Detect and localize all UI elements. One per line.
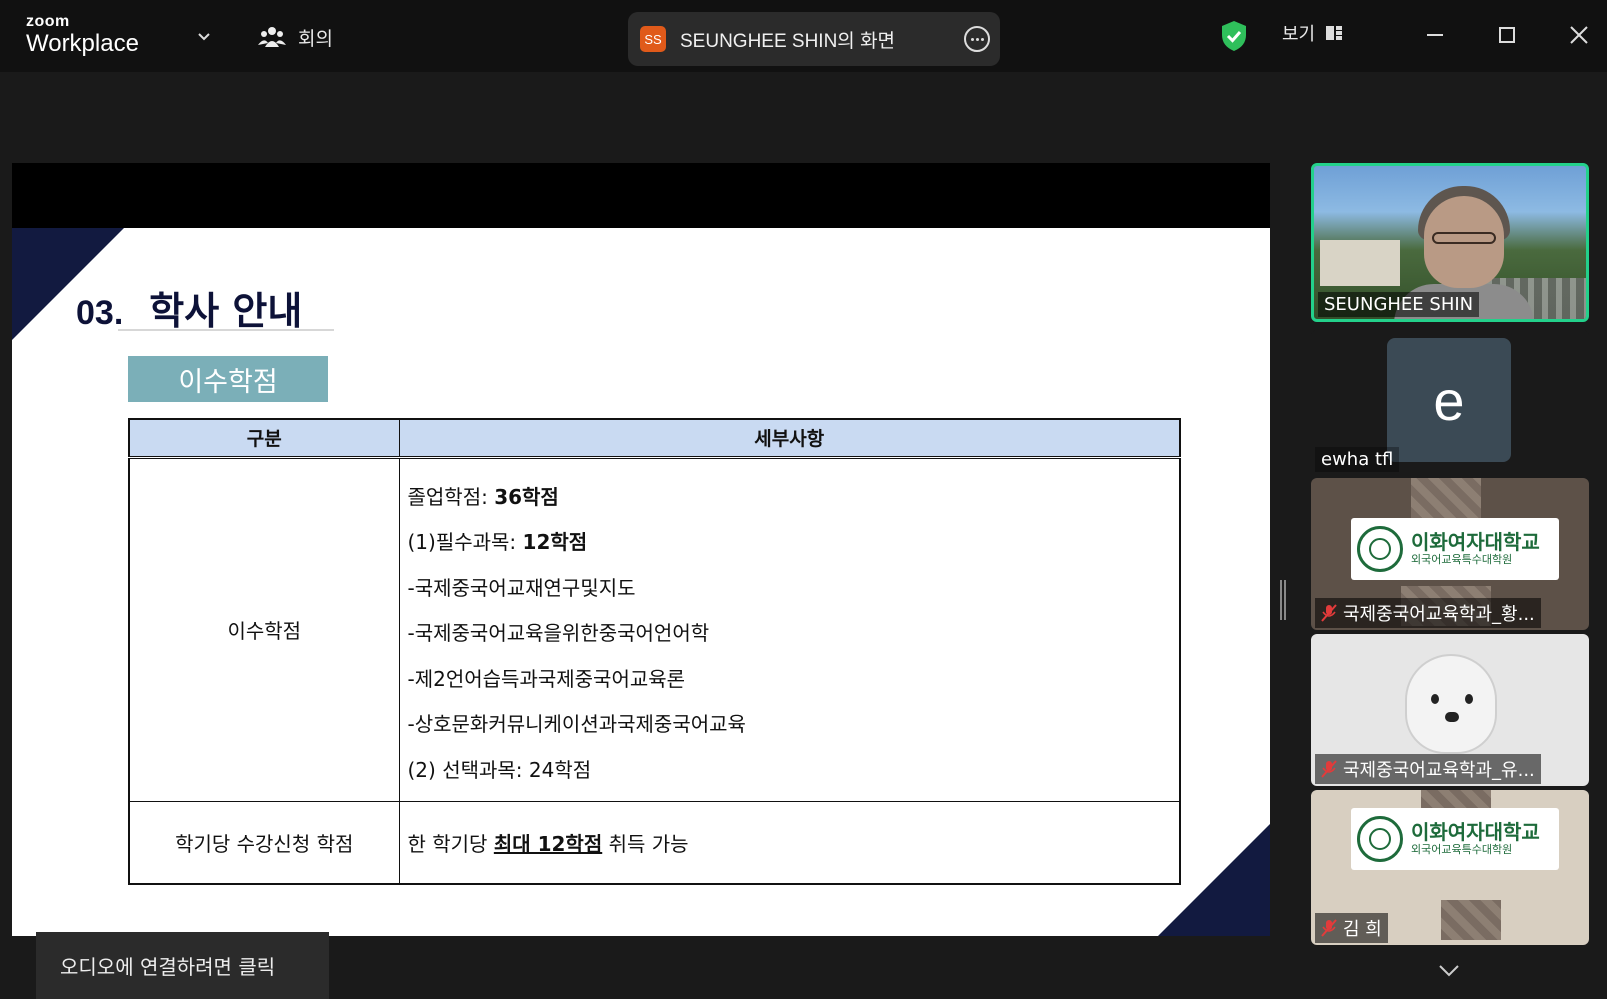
presentation-slide: 03. 학사 안내 이수학점 구분 세부사항 이수학점 졸업학점: 36학점 (…	[12, 228, 1270, 936]
row-label: 이수학점	[128, 456, 400, 802]
participant-name-text: ewha tfl	[1321, 449, 1394, 470]
minimize-button[interactable]	[1420, 20, 1450, 50]
table-row: 이수학점 졸업학점: 36학점 (1)필수과목: 12학점 -국제중국어교재연구…	[128, 456, 1181, 802]
participant-tile[interactable]: 이화여자대학교 외국어교육특수대학원 국제중국어교육학과_황...	[1311, 478, 1589, 630]
background-building	[1320, 240, 1400, 286]
participant-tile[interactable]: SEUNGHEE SHIN	[1311, 163, 1589, 322]
view-button[interactable]: 보기	[1282, 20, 1343, 46]
row-details: 졸업학점: 36학점 (1)필수과목: 12학점 -국제중국어교재연구및지도 -…	[398, 456, 1181, 802]
slide-title: 03. 학사 안내	[76, 280, 302, 335]
participant-name: 김 희	[1315, 913, 1388, 943]
participant-name: SEUNGHEE SHIN	[1318, 292, 1480, 317]
row-label: 학기당 수강신청 학점	[128, 801, 400, 884]
view-label: 보기	[1282, 24, 1316, 45]
graduation-value: 36학점	[494, 484, 559, 509]
participant-name: 국제중국어교육학과_황...	[1315, 598, 1541, 628]
join-audio-button[interactable]: 오디오에 연결하려면 클릭	[36, 932, 329, 999]
detail-line: -상호문화커뮤니케이션과국제중국어교육	[407, 712, 746, 736]
ewha-logo-text: 이화여자대학교 외국어교육특수대학원	[1411, 821, 1540, 856]
chevron-down-icon[interactable]	[196, 28, 212, 44]
row2-suffix: 취득 가능	[602, 831, 689, 856]
participant-tile[interactable]: 이화여자대학교 외국어교육특수대학원 김 희	[1311, 790, 1589, 945]
scroll-down-chevron-icon[interactable]	[1438, 964, 1460, 978]
maximize-button[interactable]	[1492, 20, 1522, 50]
ewha-seal-icon	[1357, 816, 1403, 862]
ewha-seal-icon	[1357, 526, 1403, 572]
blurred-face	[1441, 900, 1501, 940]
detail-line: 졸업학점: 36학점	[408, 475, 1172, 521]
ewha-logo-sub: 외국어교육특수대학원	[1411, 553, 1513, 567]
close-icon	[1570, 26, 1588, 44]
detail-line: -제2언어습득과국제중국어교육론	[407, 666, 686, 691]
meeting-label: 회의	[298, 27, 333, 50]
logo-bottom-text: Workplace	[26, 30, 139, 57]
layout-grid-icon	[1326, 26, 1343, 40]
avatar-otter	[1405, 654, 1497, 754]
more-options-icon[interactable]	[964, 26, 990, 52]
row-details: 한 학기당 최대 12학점 취득 가능	[398, 801, 1181, 884]
logo-top-text: zoom	[26, 13, 70, 30]
row2-prefix: 한 학기당	[407, 831, 494, 856]
close-button[interactable]	[1564, 20, 1594, 50]
share-label: SEUNGHEE SHIN의 화면	[680, 30, 896, 52]
screen-share-indicator[interactable]: SS SEUNGHEE SHIN의 화면	[628, 12, 1000, 66]
title-bar: zoom Workplace 회의 SS SEUNGHEE SHIN의 화면 보…	[0, 0, 1607, 72]
blurred-face	[1411, 478, 1481, 518]
ewha-logo-main: 이화여자대학교	[1411, 530, 1540, 555]
table-header: 세부사항	[398, 418, 1181, 459]
graduation-prefix: 졸업학점:	[407, 484, 495, 509]
participant-name: 국제중국어교육학과_유...	[1315, 754, 1541, 784]
participant-name: ewha tfl	[1315, 447, 1400, 472]
security-shield-icon[interactable]	[1220, 20, 1248, 52]
ewha-logo-sub: 외국어교육특수대학원	[1411, 843, 1513, 857]
participants-icon	[258, 27, 286, 47]
table-row: 학기당 수강신청 학점 한 학기당 최대 12학점 취득 가능	[128, 801, 1181, 884]
row2-emphasis: 최대 12학점	[493, 831, 603, 856]
title-underline	[118, 329, 334, 331]
minimize-icon	[1427, 34, 1443, 36]
panel-resize-handle[interactable]	[1280, 580, 1286, 620]
required-value: 12학점	[522, 530, 588, 554]
participant-name-text: SEUNGHEE SHIN	[1324, 294, 1474, 315]
ewha-logo: 이화여자대학교 외국어교육특수대학원	[1351, 808, 1559, 870]
detail-line: -국제중국어교육을위한중국어언어학	[407, 621, 710, 645]
detail-line: (2) 선택과목: 24학점	[407, 757, 592, 782]
zoom-logo: zoom Workplace	[26, 14, 139, 56]
ewha-logo: 이화여자대학교 외국어교육특수대학원	[1351, 518, 1559, 580]
detail-line: (1)필수과목: 12학점	[408, 520, 1172, 566]
participant-tile[interactable]: 국제중국어교육학과_유...	[1311, 634, 1589, 786]
section-tag: 이수학점	[128, 356, 328, 402]
table-header-row: 구분 세부사항	[128, 418, 1181, 459]
participant-tile[interactable]: e ewha tfl	[1311, 330, 1589, 474]
detail-line: -국제중국어교재연구및지도	[407, 575, 636, 600]
participant-name-text: 국제중국어교육학과_황...	[1343, 604, 1535, 625]
section-title: 학사 안내	[149, 289, 303, 333]
maximize-icon	[1499, 27, 1515, 43]
ewha-logo-main: 이화여자대학교	[1411, 820, 1540, 845]
credits-table: 구분 세부사항 이수학점 졸업학점: 36학점 (1)필수과목: 12학점 -국…	[128, 418, 1181, 885]
join-audio-label: 오디오에 연결하려면 클릭	[60, 955, 276, 979]
participant-glasses	[1432, 232, 1496, 244]
sharer-badge: SS	[640, 26, 666, 52]
mic-muted-icon	[1321, 604, 1337, 622]
section-number: 03.	[76, 294, 124, 332]
participant-name-text: 김 희	[1343, 919, 1382, 940]
mic-muted-icon	[1321, 919, 1337, 937]
required-prefix: (1)필수과목:	[407, 530, 523, 554]
avatar: e	[1387, 338, 1511, 462]
meeting-button[interactable]: 회의	[258, 22, 333, 52]
ewha-logo-text: 이화여자대학교 외국어교육특수대학원	[1411, 531, 1540, 566]
participant-name-text: 국제중국어교육학과_유...	[1343, 760, 1535, 781]
mic-muted-icon	[1321, 760, 1337, 778]
table-header: 구분	[128, 418, 400, 459]
